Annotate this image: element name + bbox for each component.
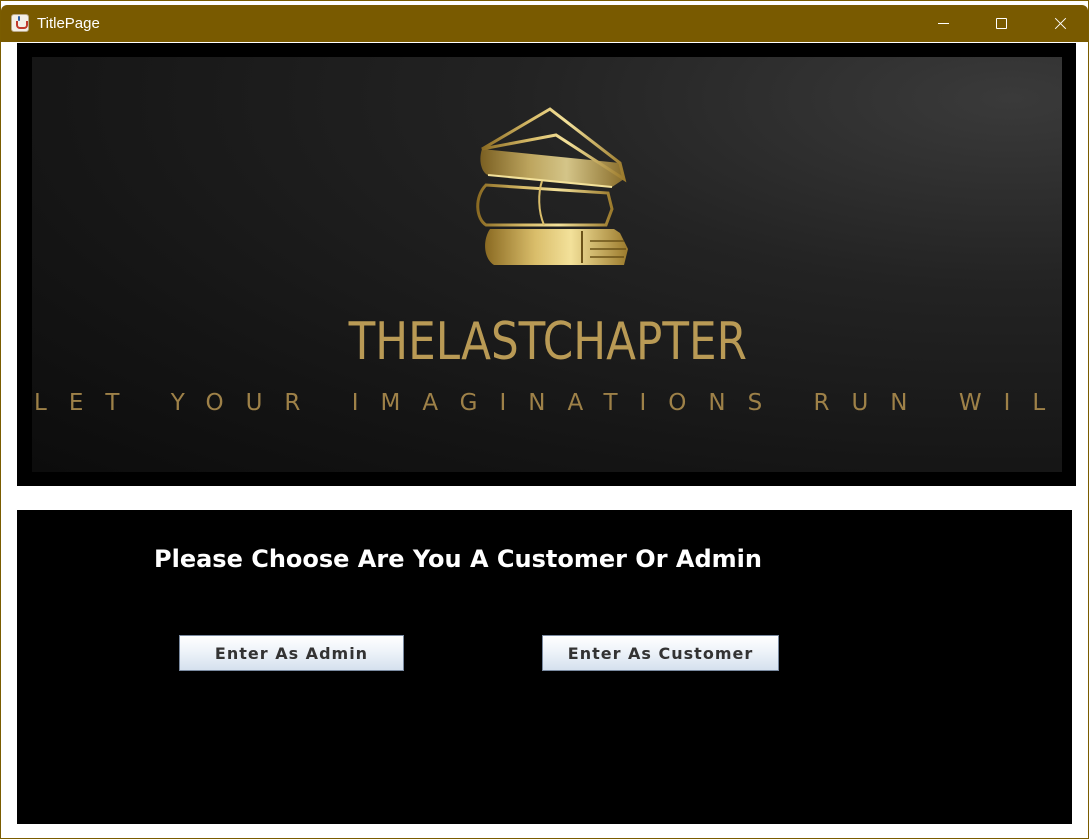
role-prompt: Please Choose Are You A Customer Or Admi… (154, 545, 762, 573)
close-icon[interactable] (1030, 5, 1088, 42)
banner-image: THELASTCHAPTER LET YOUR IMAGINATIONS RUN… (32, 57, 1062, 472)
stacked-books-logo (476, 107, 628, 265)
enter-as-customer-button[interactable]: Enter As Customer (542, 635, 779, 671)
java-cup-icon[interactable] (11, 14, 29, 32)
title-bar[interactable]: TitlePage (1, 5, 1088, 42)
minimize-icon[interactable] (914, 5, 972, 42)
maximize-icon[interactable] (972, 5, 1030, 42)
role-selection-panel: Please Choose Are You A Customer Or Admi… (17, 510, 1072, 824)
brand-name: THELASTCHAPTER (348, 312, 747, 372)
banner-panel: THELASTCHAPTER LET YOUR IMAGINATIONS RUN… (17, 43, 1076, 486)
enter-as-admin-button[interactable]: Enter As Admin (179, 635, 404, 671)
tagline: LET YOUR IMAGINATIONS RUN WILD (34, 390, 1062, 416)
window-title: TitlePage (37, 15, 100, 32)
app-window: TitlePage THELASTCHAPTER LET YOUR IMAGIN… (0, 0, 1089, 839)
